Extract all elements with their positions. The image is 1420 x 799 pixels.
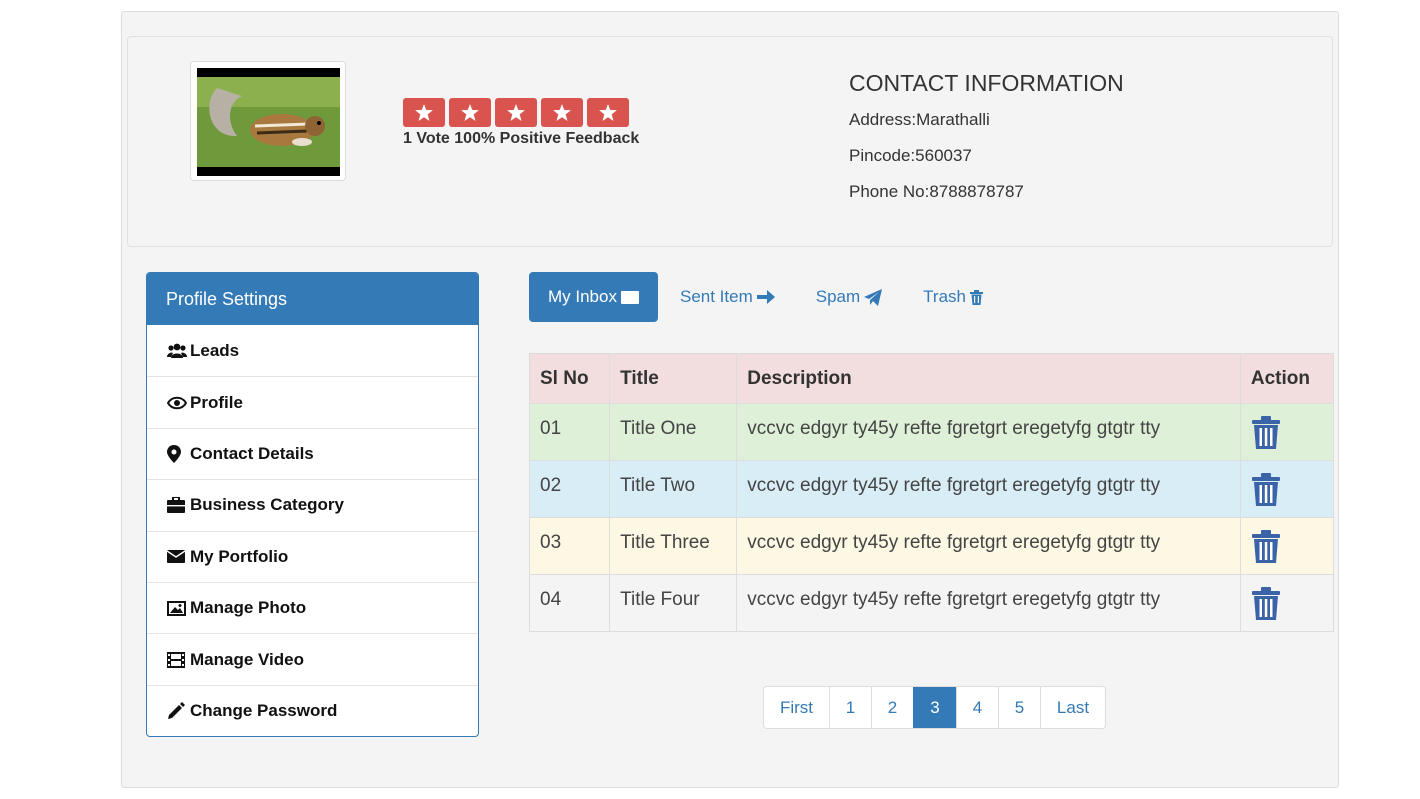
- table-row: 02 Title Two vccvc edgyr ty45y refte fgret…: [528, 460, 1335, 518]
- rating-summary: 1 Vote 100% Positive Feedback: [403, 130, 640, 147]
- map-marker-icon: [167, 444, 187, 463]
- tab-spam[interactable]: Spam: [797, 272, 901, 322]
- table-row: 04 Title Four vccvc edgyr ty45y refte fgre…: [528, 574, 1335, 632]
- tab-label: Trash: [923, 287, 966, 306]
- page-last[interactable]: Last: [1040, 687, 1105, 728]
- contact-heading: CONTACT INFORMATION: [849, 70, 1124, 96]
- sidebar-item-label: My Portfolio: [190, 546, 289, 566]
- sidebar-item-business-category[interactable]: Business Category: [147, 479, 478, 530]
- page-container: 1 Vote 100% Positive Feedback CONTACT IN…: [121, 11, 1339, 788]
- header-title: Title: [609, 353, 738, 404]
- envelope-icon: [167, 550, 187, 564]
- cell-title: Title Four: [609, 574, 738, 632]
- table-row: 03 Title Three vccvc edgyr ty45y refte fgr…: [528, 517, 1335, 575]
- cell-sl: 03: [528, 517, 611, 575]
- contact-address: Address:Marathalli: [849, 110, 990, 129]
- sidebar-item-profile[interactable]: Profile: [147, 376, 478, 427]
- header-action: Action: [1239, 353, 1335, 404]
- cell-description: vccvc edgyr ty45y refte fgretgrt eregety…: [736, 403, 1241, 461]
- cell-title: Title Three: [609, 517, 738, 575]
- pencil-icon: [167, 701, 187, 720]
- table-row: 01 Title One vccvc edgyr ty45y refte fgret…: [528, 403, 1335, 461]
- star-rating: [403, 98, 639, 127]
- sidebar-item-label: Business Category: [190, 495, 344, 515]
- page-2[interactable]: 2: [871, 687, 913, 728]
- sidebar-item-leads[interactable]: Leads: [147, 325, 478, 376]
- header-description: Description: [736, 353, 1241, 404]
- sidebar-item-label: Manage Video: [190, 649, 304, 669]
- sidebar-item-label: Contact Details: [190, 443, 314, 463]
- tab-label: Sent Item: [679, 287, 753, 306]
- delete-trash-icon[interactable]: [1251, 587, 1281, 627]
- star-icon: [541, 98, 583, 127]
- cell-sl: 01: [528, 403, 611, 461]
- sidebar-item-contact-details[interactable]: Contact Details: [147, 427, 478, 479]
- film-icon: [167, 651, 187, 668]
- star-icon: [587, 98, 629, 127]
- sidebar-item-label: Change Password: [190, 700, 338, 720]
- users-icon: [167, 343, 187, 359]
- sidebar-item-label: Leads: [190, 340, 240, 360]
- sidebar-item-label: Profile: [190, 392, 243, 412]
- delete-trash-icon[interactable]: [1251, 530, 1281, 570]
- header-sl-no: Sl No: [528, 353, 611, 404]
- delete-trash-icon[interactable]: [1251, 473, 1281, 513]
- tab-my-inbox[interactable]: My Inbox: [529, 272, 658, 322]
- cell-action: [1239, 517, 1335, 575]
- page-5[interactable]: 5: [998, 687, 1040, 728]
- page-4[interactable]: 4: [956, 687, 998, 728]
- profile-header-panel: 1 Vote 100% Positive Feedback CONTACT IN…: [127, 36, 1333, 247]
- contact-information: CONTACT INFORMATION Address:Marathalli P…: [849, 70, 1124, 218]
- sidebar-item-label: Manage Photo: [190, 598, 307, 618]
- page-1[interactable]: 1: [829, 687, 871, 728]
- delete-trash-icon[interactable]: [1251, 416, 1281, 456]
- mail-tabs: My Inbox Sent Item Spam Trash: [529, 272, 1005, 322]
- arrow-right-icon: [756, 290, 775, 304]
- tab-label: Spam: [815, 287, 861, 306]
- paper-plane-icon: [864, 288, 883, 306]
- briefcase-icon: [167, 497, 187, 514]
- cell-description: vccvc edgyr ty45y refte fgretgrt eregety…: [736, 460, 1241, 518]
- sidebar-item-my-portfolio[interactable]: My Portfolio: [147, 530, 478, 582]
- star-icon: [495, 98, 537, 127]
- sidebar-title: Profile Settings: [147, 273, 478, 325]
- star-icon: [449, 98, 491, 127]
- picture-icon: [167, 600, 187, 616]
- eye-icon: [167, 396, 187, 410]
- page-3[interactable]: 3: [913, 687, 956, 728]
- cell-description: vccvc edgyr ty45y refte fgretgrt eregety…: [736, 574, 1241, 632]
- cell-sl: 04: [528, 574, 611, 632]
- cell-action: [1239, 403, 1335, 461]
- cell-title: Title One: [609, 403, 738, 461]
- tab-label: My Inbox: [548, 287, 617, 306]
- tab-sent-item[interactable]: Sent Item: [661, 272, 794, 322]
- envelope-icon: [620, 290, 639, 304]
- table-header-row: Sl No Title Description Action: [528, 353, 1335, 404]
- cell-title: Title Two: [609, 460, 738, 518]
- profile-photo: [190, 61, 346, 181]
- sidebar-item-change-password[interactable]: Change Password: [147, 684, 478, 736]
- pagination: First 1 2 3 4 5 Last: [763, 686, 1106, 729]
- tab-trash[interactable]: Trash: [904, 272, 1002, 322]
- contact-phone: Phone No:8788878787: [849, 182, 1024, 201]
- sidebar-item-manage-photo[interactable]: Manage Photo: [147, 581, 478, 633]
- inbox-table: Sl No Title Description Action 01 Title O…: [528, 353, 1335, 632]
- cell-action: [1239, 460, 1335, 518]
- profile-settings-sidebar: Profile Settings Leads Profile Contact Det…: [146, 272, 479, 737]
- star-icon: [403, 98, 445, 127]
- page-first[interactable]: First: [764, 687, 829, 728]
- cell-action: [1239, 574, 1335, 632]
- trash-icon: [970, 289, 983, 305]
- cell-description: vccvc edgyr ty45y refte fgretgrt eregety…: [736, 517, 1241, 575]
- contact-pincode: Pincode:560037: [849, 146, 972, 165]
- rating-block: 1 Vote 100% Positive Feedback: [403, 98, 639, 148]
- cell-sl: 02: [528, 460, 611, 518]
- sidebar-item-manage-video[interactable]: Manage Video: [147, 633, 478, 684]
